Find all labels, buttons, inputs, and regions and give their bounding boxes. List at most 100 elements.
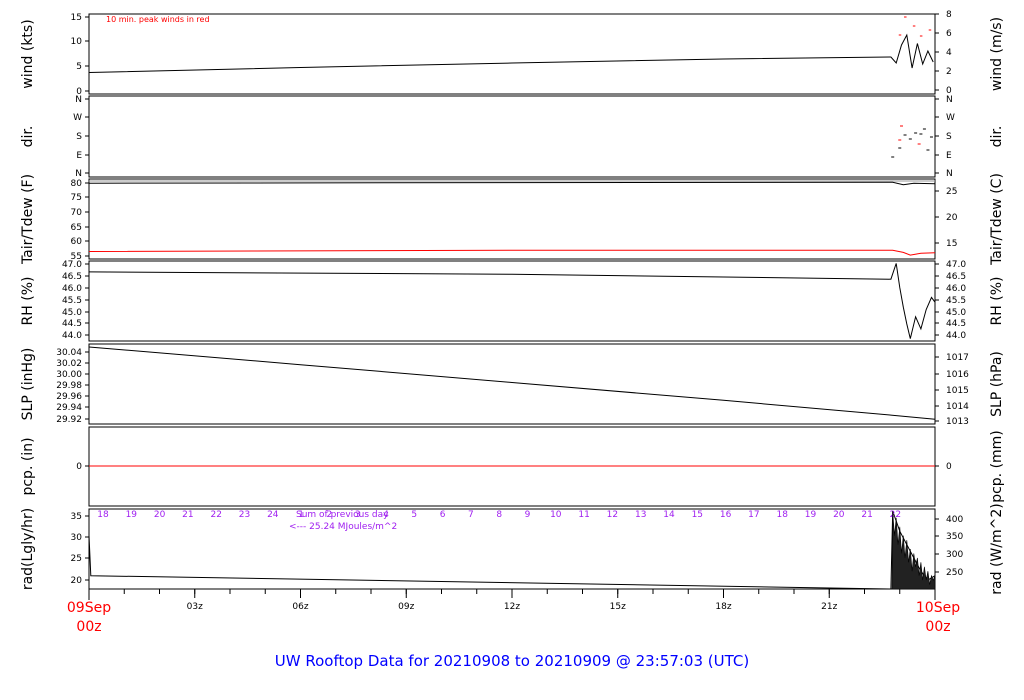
left-tick-label: 44.5: [62, 319, 82, 329]
hour-label: 11: [578, 510, 589, 520]
right-tick-label: E: [946, 151, 952, 161]
hour-label: 15: [692, 510, 703, 520]
panel-pcp: 0 0 pcp. (in) pcp. (mm): [20, 426, 1005, 507]
hour-label: 12: [607, 510, 618, 520]
chart-title: UW Rooftop Data for 20210908 to 20210909…: [275, 652, 749, 670]
right-tick-label: 15: [946, 239, 957, 249]
hour-label: 18: [776, 510, 788, 520]
rad-sum-note: Sum of previous day: [296, 510, 389, 520]
left-tick-label: 30.04: [56, 348, 82, 358]
panel-frame: [88, 13, 936, 95]
panel-rh: 44.044.545.045.546.046.547.044.044.545.0…: [20, 260, 1005, 342]
right-tick-label: 4: [946, 48, 952, 58]
panel-frame: [88, 343, 936, 425]
panel-wind: 05101502468wind (kts) wind (m/s)10 min. p…: [20, 10, 1005, 97]
ylabel-left: rad(Lgly/hr): [20, 508, 36, 590]
time-tick-label: 03z: [187, 602, 203, 612]
left-tick-label: 15: [71, 13, 82, 23]
right-tick-label: 44.0: [946, 331, 966, 341]
right-tick-label: 400: [946, 515, 963, 525]
series-line-temp-1: [88, 249, 936, 256]
hour-label: 23: [239, 510, 250, 520]
left-tick-label: W: [73, 113, 82, 123]
ylabel-right: pcp. (mm): [989, 430, 1005, 503]
left-tick-label: 20: [71, 576, 83, 586]
series-line-rad-0: [88, 511, 936, 590]
left-tick-label: 30: [71, 533, 83, 543]
hour-label: 19: [805, 510, 817, 520]
panel-slp: 29.92 29.9429.9629.9830.0030.0230.04 1013 1…: [20, 343, 1005, 427]
hour-label: 20: [833, 510, 845, 520]
ylabel-left: pcp. (in): [20, 437, 36, 495]
right-tick-label: 250: [946, 568, 963, 578]
left-tick-label: 29.98: [56, 381, 82, 391]
right-tick-label: 300: [946, 550, 963, 560]
right-tick-label: N: [946, 95, 953, 105]
hour-label: 5: [411, 510, 417, 520]
ylabel-right: Tair/Tdew (C): [989, 173, 1005, 266]
ylabel-left: SLP (inHg): [20, 348, 36, 421]
end-date-label: 10Sep: [916, 600, 960, 616]
start-hour-label: 00z: [76, 619, 101, 635]
ylabel-left: RH (%): [20, 277, 36, 326]
right-tick-label: 45.0: [946, 308, 966, 318]
right-tick-label: 350: [946, 532, 963, 542]
hour-label: 6: [440, 510, 446, 520]
wind-peak-note: 10 min. peak winds in red: [106, 15, 210, 24]
right-tick-label: S: [946, 132, 952, 142]
ylabel-left: Tair/Tdew (F): [20, 174, 36, 265]
right-tick-label: 47.0: [946, 260, 966, 270]
time-axis: 03z 06z 09z 12z 15z 18z 21z 09Sep 00z 10Sep 00z: [67, 589, 960, 635]
series-line-temp-0: [88, 181, 936, 186]
left-tick-label: 29.96: [56, 392, 82, 402]
ylabel-right: dir.: [989, 126, 1005, 148]
left-tick-label: 30.02: [56, 359, 82, 369]
ylabel-left: wind (kts): [20, 19, 36, 88]
left-tick-label: 45.0: [62, 308, 82, 318]
left-tick-label: 30.00: [56, 370, 82, 380]
right-tick-label: 45.5: [946, 296, 966, 306]
hour-label: 20: [154, 510, 166, 520]
series-line-slp-0: [88, 346, 936, 420]
hour-label: 16: [720, 510, 732, 520]
left-tick-label: 5: [76, 62, 82, 72]
left-tick-label: 29.92: [56, 415, 82, 425]
right-tick-label: 1016: [946, 370, 969, 380]
series-line-rh-0: [88, 263, 936, 339]
ylabel-right: rad (W/m^2): [989, 503, 1005, 594]
chart-panels: 05101502468wind (kts) wind (m/s)10 min. p…: [20, 10, 1005, 595]
left-tick-label: 70: [71, 208, 83, 218]
time-tick-label: 21z: [821, 602, 837, 612]
ylabel-left: dir.: [20, 126, 36, 148]
hour-label: 13: [635, 510, 646, 520]
left-tick-label: N: [75, 95, 82, 105]
left-tick-label: 45.5: [62, 296, 82, 306]
time-tick-label: 18z: [715, 602, 731, 612]
right-tick-label: 46.0: [946, 284, 966, 294]
right-tick-label: 44.5: [946, 319, 966, 329]
uw-rooftop-chart: 05101502468wind (kts) wind (m/s)10 min. p…: [20, 10, 1005, 670]
right-tick-label: 20: [946, 213, 958, 223]
panel-frame: [88, 95, 936, 178]
series-line-wind-0: [88, 33, 934, 73]
left-tick-label: 60: [71, 237, 83, 247]
left-tick-label: 80: [71, 179, 83, 189]
left-tick-label: N: [75, 169, 82, 179]
right-tick-label: 46.5: [946, 272, 966, 282]
ylabel-right: SLP (hPa): [989, 351, 1005, 417]
left-tick-label: S: [76, 132, 82, 142]
right-tick-label: 1013: [946, 417, 969, 427]
panel-dir: NESWNNESWNdir. dir.: [20, 95, 1005, 179]
rad-sum-value: <--- 25.24 MJoules/m^2: [289, 522, 397, 532]
time-tick-label: 12z: [504, 602, 520, 612]
left-tick-label: 0: [76, 462, 82, 472]
hour-label: 7: [468, 510, 474, 520]
hour-label: 9: [525, 510, 531, 520]
hour-label: 18: [97, 510, 109, 520]
left-tick-label: 10: [71, 37, 83, 47]
panel-frame: [88, 178, 936, 260]
left-tick-label: 25: [71, 554, 82, 564]
left-tick-label: 65: [71, 223, 82, 233]
hour-label: 21: [182, 510, 193, 520]
left-tick-label: 44.0: [62, 331, 82, 341]
